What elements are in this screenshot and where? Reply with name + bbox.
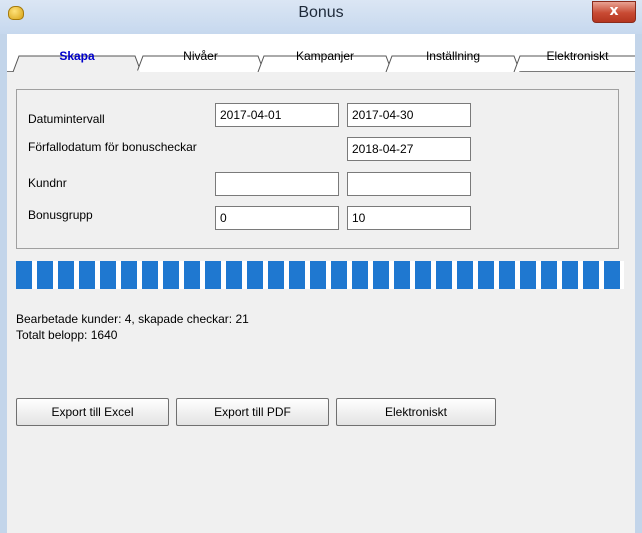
tab-nivaer[interactable]: Nivåer	[143, 49, 258, 63]
customer-no-from-field[interactable]	[215, 172, 339, 196]
date-to-field[interactable]: 2017-04-30	[347, 103, 471, 127]
tab-skapa[interactable]: Skapa	[19, 49, 135, 63]
export-pdf-button[interactable]: Export till PDF	[176, 398, 329, 426]
tab-content-skapa: Datumintervall 2017-04-01 2017-04-30 För…	[7, 72, 635, 533]
tab-kampanjer[interactable]: Kampanjer	[264, 49, 386, 63]
title-bar[interactable]: Bonus x	[0, 0, 642, 34]
bonus-window: Bonus x Skapa Nivåer Kampanjer Inställni…	[0, 0, 642, 533]
progress-fill	[16, 261, 624, 289]
export-excel-button[interactable]: Export till Excel	[16, 398, 169, 426]
due-date-label: Förfallodatum för bonuscheckar	[28, 140, 197, 154]
processed-status: Bearbetade kunder: 4, skapade checkar: 2…	[16, 312, 249, 326]
bonus-group-from-field[interactable]: 0	[215, 206, 339, 230]
bonus-group-label: Bonusgrupp	[28, 208, 93, 222]
tab-installning[interactable]: Inställning	[392, 49, 514, 63]
due-date-field[interactable]: 2018-04-27	[347, 137, 471, 161]
total-amount: Totalt belopp: 1640	[16, 328, 118, 342]
customer-no-to-field[interactable]	[347, 172, 471, 196]
date-range-label: Datumintervall	[28, 112, 105, 126]
tab-strip: Skapa Nivåer Kampanjer Inställning Elekt…	[7, 34, 635, 72]
customer-no-label: Kundnr	[28, 176, 67, 190]
close-button[interactable]: x	[592, 1, 636, 23]
electronic-button[interactable]: Elektroniskt	[336, 398, 496, 426]
date-from-field[interactable]: 2017-04-01	[215, 103, 339, 127]
tab-elektroniskt[interactable]: Elektroniskt	[520, 49, 635, 63]
bonus-group-to-field[interactable]: 10	[347, 206, 471, 230]
window-title: Bonus	[298, 4, 344, 21]
progress-bar	[16, 261, 624, 289]
